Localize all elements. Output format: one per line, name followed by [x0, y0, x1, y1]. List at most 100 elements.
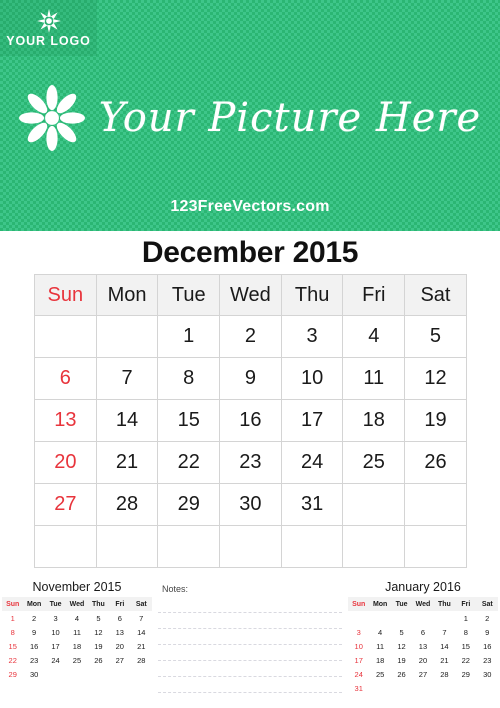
main-day-cell[interactable]: 17 — [280, 399, 344, 442]
prev-day-cell[interactable]: 27 — [109, 653, 130, 667]
prev-day-cell[interactable]: 2 — [23, 611, 44, 625]
main-day-cell[interactable]: 10 — [280, 357, 344, 400]
prev-day-cell[interactable]: 13 — [109, 625, 130, 639]
main-day-cell[interactable]: 9 — [219, 357, 282, 400]
prev-day-cell[interactable]: 29 — [2, 667, 23, 681]
prev-day-cell[interactable]: 5 — [88, 611, 109, 625]
next-day-cell[interactable]: 31 — [348, 681, 369, 695]
prev-day-cell[interactable]: 16 — [23, 639, 44, 653]
next-day-cell[interactable]: 9 — [477, 625, 498, 639]
main-day-cell[interactable]: 27 — [34, 483, 97, 526]
next-day-cell[interactable]: 6 — [412, 625, 433, 639]
main-day-cell[interactable]: 6 — [34, 357, 97, 400]
note-line[interactable] — [158, 629, 342, 645]
main-day-cell[interactable]: 1 — [157, 315, 221, 358]
next-day-cell[interactable]: 21 — [434, 653, 455, 667]
next-day-cell[interactable]: 14 — [434, 639, 455, 653]
prev-day-cell[interactable]: 11 — [66, 625, 87, 639]
prev-day-cell[interactable]: 21 — [131, 639, 152, 653]
main-day-cell[interactable]: 18 — [342, 399, 406, 442]
prev-day-cell[interactable]: 25 — [66, 653, 87, 667]
main-day-cell[interactable]: 25 — [342, 441, 406, 484]
prev-day-cell[interactable]: 18 — [66, 639, 87, 653]
next-day-cell[interactable]: 27 — [412, 667, 433, 681]
prev-day-cell[interactable]: 12 — [88, 625, 109, 639]
main-day-cell[interactable]: 20 — [34, 441, 97, 484]
next-day-cell[interactable]: 20 — [412, 653, 433, 667]
prev-day-cell[interactable]: 6 — [109, 611, 130, 625]
next-day-cell[interactable]: 11 — [369, 639, 390, 653]
prev-day-cell[interactable]: 7 — [131, 611, 152, 625]
main-day-cell[interactable]: 14 — [95, 399, 159, 442]
main-day-cell[interactable]: 30 — [219, 483, 282, 526]
main-day-cell[interactable]: 16 — [219, 399, 282, 442]
main-day-cell[interactable]: 31 — [280, 483, 344, 526]
prev-day-cell[interactable]: 8 — [2, 625, 23, 639]
next-day-cell[interactable]: 3 — [348, 625, 369, 639]
next-day-cell[interactable]: 30 — [477, 667, 498, 681]
note-line[interactable] — [158, 597, 342, 613]
notes-section[interactable]: Notes: — [158, 580, 342, 708]
prev-day-cell[interactable]: 30 — [23, 667, 44, 681]
next-day-cell[interactable]: 28 — [434, 667, 455, 681]
next-day-cell[interactable]: 29 — [455, 667, 476, 681]
prev-day-cell[interactable]: 20 — [109, 639, 130, 653]
prev-day-cell[interactable]: 17 — [45, 639, 66, 653]
next-month-calendar[interactable]: January 2016 Sun Mon Tue Wed Thu Fri Sat 12345… — [348, 580, 498, 695]
next-day-cell[interactable]: 7 — [434, 625, 455, 639]
prev-day-cell[interactable]: 9 — [23, 625, 44, 639]
note-line[interactable] — [158, 677, 342, 693]
next-day-cell[interactable]: 13 — [412, 639, 433, 653]
main-day-cell[interactable]: 26 — [404, 441, 467, 484]
prev-day-cell[interactable]: 19 — [88, 639, 109, 653]
main-day-cell[interactable]: 19 — [404, 399, 467, 442]
main-day-cell[interactable]: 24 — [280, 441, 344, 484]
next-day-cell[interactable]: 26 — [391, 667, 412, 681]
next-day-cell[interactable]: 2 — [477, 611, 498, 625]
main-day-cell[interactable]: 28 — [95, 483, 159, 526]
main-day-cell[interactable]: 8 — [157, 357, 221, 400]
prev-day-cell[interactable]: 28 — [131, 653, 152, 667]
logo-badge[interactable]: YOUR LOGO — [0, 0, 97, 56]
picture-placeholder-area[interactable]: YOUR LOGO Your Picture Here 123FreeVecto… — [0, 0, 500, 231]
prev-day-cell[interactable]: 15 — [2, 639, 23, 653]
main-day-cell[interactable]: 4 — [342, 315, 406, 358]
prev-day-cell[interactable]: 24 — [45, 653, 66, 667]
main-day-cell[interactable]: 13 — [34, 399, 97, 442]
next-day-cell[interactable]: 4 — [369, 625, 390, 639]
prev-day-cell[interactable]: 10 — [45, 625, 66, 639]
note-line[interactable] — [158, 645, 342, 661]
notes-lines[interactable] — [158, 597, 342, 693]
main-day-cell[interactable]: 29 — [157, 483, 221, 526]
prev-day-cell[interactable]: 22 — [2, 653, 23, 667]
prev-month-calendar[interactable]: November 2015 Sun Mon Tue Wed Thu Fri Sat 1234… — [2, 580, 152, 681]
next-day-cell[interactable]: 22 — [455, 653, 476, 667]
next-day-cell[interactable]: 18 — [369, 653, 390, 667]
next-day-cell[interactable]: 19 — [391, 653, 412, 667]
prev-day-cell[interactable]: 23 — [23, 653, 44, 667]
main-day-cell[interactable]: 23 — [219, 441, 282, 484]
next-day-cell[interactable]: 24 — [348, 667, 369, 681]
next-day-cell[interactable]: 25 — [369, 667, 390, 681]
next-day-cell[interactable]: 23 — [477, 653, 498, 667]
next-day-cell[interactable]: 17 — [348, 653, 369, 667]
next-day-cell[interactable]: 12 — [391, 639, 412, 653]
main-day-cell[interactable]: 12 — [404, 357, 467, 400]
next-day-cell[interactable]: 15 — [455, 639, 476, 653]
prev-day-cell[interactable]: 4 — [66, 611, 87, 625]
main-day-cell[interactable]: 22 — [157, 441, 221, 484]
next-day-cell[interactable]: 8 — [455, 625, 476, 639]
next-day-cell[interactable]: 5 — [391, 625, 412, 639]
next-day-cell[interactable]: 16 — [477, 639, 498, 653]
main-day-cell[interactable]: 5 — [404, 315, 467, 358]
prev-day-cell[interactable]: 14 — [131, 625, 152, 639]
main-day-cell[interactable]: 11 — [342, 357, 406, 400]
note-line[interactable] — [158, 613, 342, 629]
prev-day-cell[interactable]: 3 — [45, 611, 66, 625]
next-day-cell[interactable]: 10 — [348, 639, 369, 653]
prev-day-cell[interactable]: 26 — [88, 653, 109, 667]
main-day-cell[interactable]: 15 — [157, 399, 221, 442]
prev-day-cell[interactable]: 1 — [2, 611, 23, 625]
main-day-cell[interactable]: 21 — [95, 441, 159, 484]
main-day-cell[interactable]: 7 — [95, 357, 159, 400]
